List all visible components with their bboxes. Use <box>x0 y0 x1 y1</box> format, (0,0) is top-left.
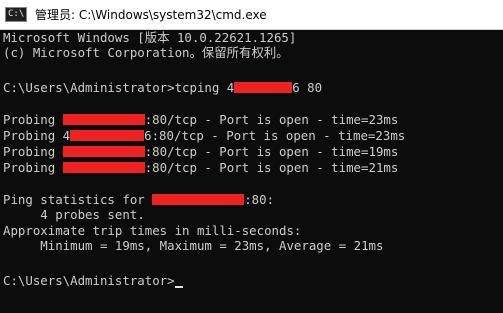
stats-prefix: Ping statistics for <box>3 192 153 207</box>
redacted-host <box>62 114 145 125</box>
probe-suffix: :80/tcp - Port is open - time=21ms <box>144 160 399 175</box>
probes-sent: 4 probes sent. <box>3 207 145 222</box>
probe-line-1: Probing :80/tcp - Port is open - time=23… <box>3 112 398 128</box>
banner-line-2: (c) Microsoft Corporation。保留所有权利。 <box>3 45 289 60</box>
stats-header: Ping statistics for :80: <box>3 192 274 208</box>
window-title: 管理员: C:\Windows\system32\cmd.exe <box>35 8 267 22</box>
terminal-output[interactable]: Microsoft Windows [版本 10.0.22621.1265] (… <box>0 30 503 313</box>
redacted-host <box>152 194 245 205</box>
approx-times: Approximate trip times in milli-seconds: <box>3 223 302 238</box>
final-prompt-line[interactable]: C:\Users\Administrator> <box>3 273 183 289</box>
text-cursor <box>174 286 183 288</box>
probe-prefix: Probing <box>3 112 63 127</box>
probe-prefix: Probing <box>3 160 63 175</box>
window-titlebar[interactable]: C:\ 管理员: C:\Windows\system32\cmd.exe <box>0 0 503 30</box>
command-prompt: C:\Users\Administrator>tcping 4 <box>3 80 235 95</box>
probe-prefix: Probing 4 <box>3 128 71 143</box>
banner-line-1: Microsoft Windows [版本 10.0.22621.1265] <box>3 30 297 45</box>
command-host-tail: 6 80 <box>292 80 323 95</box>
cmd-icon-glyph: C:\ <box>8 9 25 19</box>
redacted-host <box>70 130 145 141</box>
command-line: C:\Users\Administrator>tcping 4 6 80 <box>3 80 322 96</box>
redacted-host <box>62 162 145 173</box>
probe-line-3: Probing :80/tcp - Port is open - time=19… <box>3 144 398 160</box>
redacted-host <box>62 146 145 157</box>
stats-suffix: :80: <box>244 192 275 207</box>
probe-suffix: 6:80/tcp - Port is open - time=23ms <box>144 128 406 143</box>
probe-line-4: Probing :80/tcp - Port is open - time=21… <box>3 160 398 176</box>
redacted-host <box>234 82 293 93</box>
min-max-avg: Minimum = 19ms, Maximum = 23ms, Average … <box>3 238 384 253</box>
final-prompt: C:\Users\Administrator> <box>3 273 175 288</box>
probe-suffix: :80/tcp - Port is open - time=19ms <box>144 144 399 159</box>
cmd-icon: C:\ <box>5 7 27 22</box>
probe-prefix: Probing <box>3 144 63 159</box>
probe-line-2: Probing 4 6:80/tcp - Port is open - time=… <box>3 128 405 144</box>
probe-suffix: :80/tcp - Port is open - time=23ms <box>144 112 399 127</box>
